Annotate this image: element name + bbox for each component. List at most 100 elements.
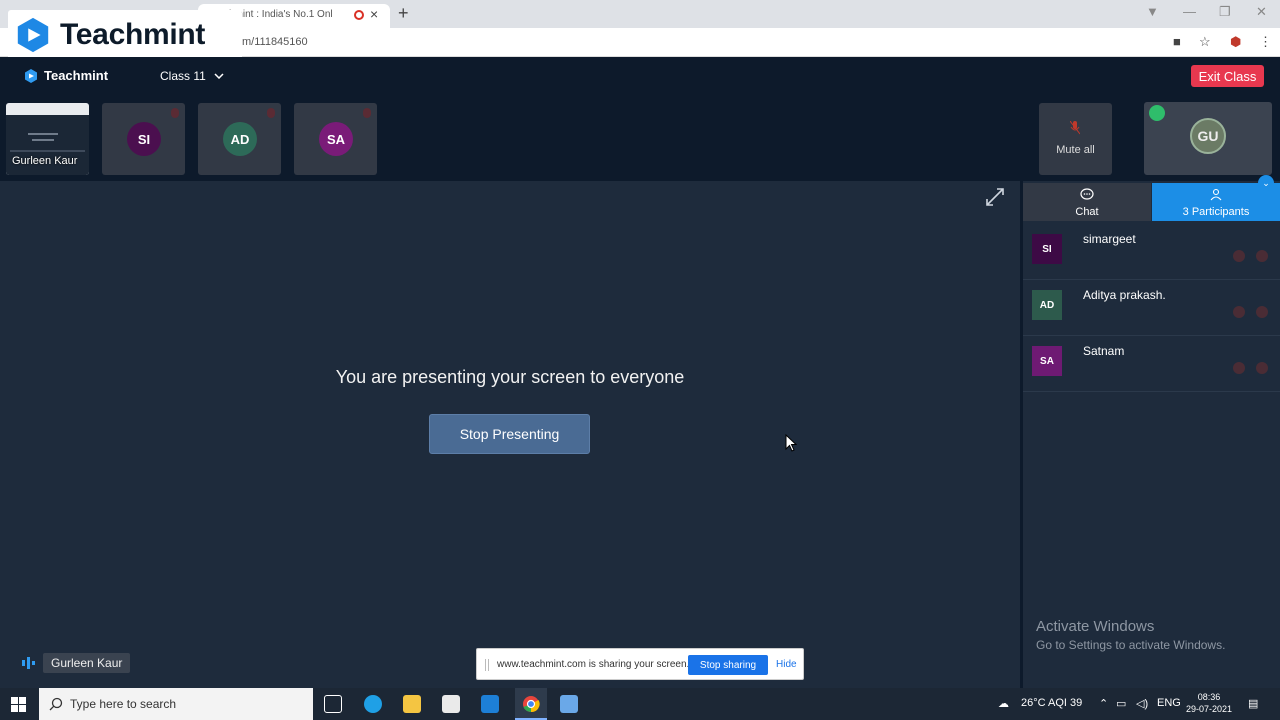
activate-subtitle: Go to Settings to activate Windows. xyxy=(1036,638,1226,652)
task-view-icon[interactable] xyxy=(324,695,342,713)
mute-all-label: Mute all xyxy=(1056,144,1095,156)
mic-off-icon xyxy=(1070,121,1080,135)
language-indicator[interactable]: ENG xyxy=(1157,697,1181,709)
notifications-icon[interactable]: ▤ xyxy=(1248,697,1258,710)
minimize-icon[interactable]: — xyxy=(1183,4,1196,19)
close-window-icon[interactable]: ✕ xyxy=(1256,4,1267,20)
tab-chat[interactable]: Chat xyxy=(1023,183,1151,221)
clock-time: 08:36 xyxy=(1197,692,1221,702)
mic-off-icon[interactable] xyxy=(1233,250,1245,262)
mic-off-icon[interactable] xyxy=(1233,306,1245,318)
avatar: GU xyxy=(1190,118,1226,154)
brand-icon xyxy=(25,68,37,83)
presenter-name: Gurleen Kaur xyxy=(43,653,131,673)
extension-icon[interactable]: ⬢ xyxy=(1230,34,1241,50)
tray-expand-icon[interactable]: ⌃ xyxy=(1099,697,1108,710)
tab-participants-label: 3 Participants xyxy=(1182,206,1250,218)
windows-taskbar: Type here to search ☁ 26°C AQI 39 ⌃ ▭ ◁)… xyxy=(0,688,1280,720)
participant-tile[interactable]: AD xyxy=(198,103,281,175)
camera-off-icon[interactable] xyxy=(1256,306,1268,318)
expand-icon[interactable] xyxy=(984,186,1006,208)
app-logo: Teachmint xyxy=(24,68,108,83)
taskbar-search[interactable]: Type here to search xyxy=(39,688,313,720)
logo-text: Teachmint xyxy=(60,18,206,51)
close-tab-icon[interactable]: × xyxy=(370,6,378,22)
screen-sharing-bar: www.teachmint.com is sharing your screen… xyxy=(476,648,804,680)
mouse-cursor-icon xyxy=(785,434,797,452)
weather-icon[interactable]: ☁ xyxy=(998,697,1009,710)
teachmint-logo-overlay: Teachmint xyxy=(8,10,242,60)
avatar: SA xyxy=(319,122,353,156)
network-icon[interactable]: ▭ xyxy=(1116,697,1126,710)
avatar: SA xyxy=(1032,346,1062,376)
store-icon[interactable] xyxy=(442,695,460,713)
clock-date: 29-07-2021 xyxy=(1186,704,1233,714)
url-text[interactable]: m/111845160 xyxy=(242,36,308,48)
chrome-icon xyxy=(523,696,540,713)
participant-name: Aditya prakash. xyxy=(1083,288,1166,302)
participant-row[interactable]: AD Aditya prakash. xyxy=(1023,280,1280,336)
mic-off-icon[interactable] xyxy=(1233,362,1245,374)
system-clock[interactable]: 08:36 29-07-2021 xyxy=(1186,691,1232,715)
mute-all-button[interactable]: Mute all xyxy=(1039,103,1112,175)
side-panel: Chat 3 Participants ⌄ SI simargeet AD Ad… xyxy=(1023,175,1280,688)
bookmark-star-icon[interactable]: ☆ xyxy=(1199,34,1211,50)
chrome-taskbar-item[interactable] xyxy=(515,688,547,720)
class-selector[interactable]: Class 11 xyxy=(160,69,224,83)
participant-row[interactable]: SA Satnam xyxy=(1023,336,1280,392)
stop-sharing-button[interactable]: Stop sharing xyxy=(688,655,768,675)
mic-off-icon xyxy=(171,108,179,118)
app-brand: Teachmint xyxy=(44,68,109,83)
stop-presenting-button[interactable]: Stop Presenting xyxy=(429,414,590,454)
search-placeholder: Type here to search xyxy=(70,697,177,711)
camera-icon[interactable]: ■ xyxy=(1173,34,1181,49)
presenter-name-chip: Gurleen Kaur xyxy=(22,653,131,673)
camera-off-icon[interactable] xyxy=(1256,362,1268,374)
recording-icon xyxy=(354,10,364,20)
app-cube-icon[interactable] xyxy=(560,695,578,713)
participants-icon xyxy=(1210,188,1222,201)
self-video-tile[interactable]: GU xyxy=(1144,102,1272,175)
drag-handle-icon[interactable] xyxy=(485,659,489,671)
avatar: AD xyxy=(223,122,257,156)
participant-tile[interactable]: SI xyxy=(102,103,185,175)
mail-icon[interactable] xyxy=(481,695,499,713)
edge-icon[interactable] xyxy=(364,695,382,713)
new-tab-icon[interactable]: + xyxy=(398,3,409,24)
profile-dropdown-icon[interactable]: ▼ xyxy=(1146,4,1159,19)
audio-level-icon xyxy=(22,657,35,669)
activate-windows-watermark: Activate Windows Go to Settings to activ… xyxy=(1036,618,1225,652)
restore-icon[interactable]: ❐ xyxy=(1219,4,1231,20)
chat-icon xyxy=(1080,188,1094,200)
presenting-message: You are presenting your screen to everyo… xyxy=(335,367,685,387)
activate-title: Activate Windows xyxy=(1036,618,1155,635)
sharing-message: www.teachmint.com is sharing your screen… xyxy=(497,659,690,670)
mic-off-icon xyxy=(363,108,371,118)
hide-link[interactable]: Hide xyxy=(776,659,797,670)
weather-text[interactable]: 26°C AQI 39 xyxy=(1021,697,1082,709)
windows-start-icon[interactable] xyxy=(11,697,26,712)
menu-dots-icon[interactable]: ⋮ xyxy=(1259,34,1272,50)
mic-on-icon xyxy=(1149,105,1165,121)
participant-tile[interactable]: SA xyxy=(294,103,377,175)
chevron-down-icon xyxy=(214,73,224,79)
avatar: SI xyxy=(127,122,161,156)
collapse-panel-icon[interactable]: ⌄ xyxy=(1258,175,1274,191)
screen-share-tile[interactable]: Gurleen Kaur xyxy=(6,103,89,175)
file-explorer-icon[interactable] xyxy=(403,695,421,713)
search-icon xyxy=(49,697,63,711)
avatar: SI xyxy=(1032,234,1062,264)
tab-chat-label: Chat xyxy=(1075,206,1099,218)
screen-share-name: Gurleen Kaur xyxy=(12,155,78,167)
participant-name: simargeet xyxy=(1083,232,1136,246)
participant-name: Satnam xyxy=(1083,344,1125,358)
teachmint-logo-icon xyxy=(17,17,49,53)
volume-icon[interactable]: ◁) xyxy=(1136,697,1148,710)
class-name: Class 11 xyxy=(160,69,206,83)
exit-class-button[interactable]: Exit Class xyxy=(1191,65,1264,87)
presentation-stage: You are presenting your screen to everyo… xyxy=(0,181,1020,688)
participant-row[interactable]: SI simargeet xyxy=(1023,224,1280,280)
avatar: AD xyxy=(1032,290,1062,320)
classroom-app: Teachmint Class 11 Exit Class Gurleen Ka… xyxy=(0,57,1280,688)
camera-off-icon[interactable] xyxy=(1256,250,1268,262)
